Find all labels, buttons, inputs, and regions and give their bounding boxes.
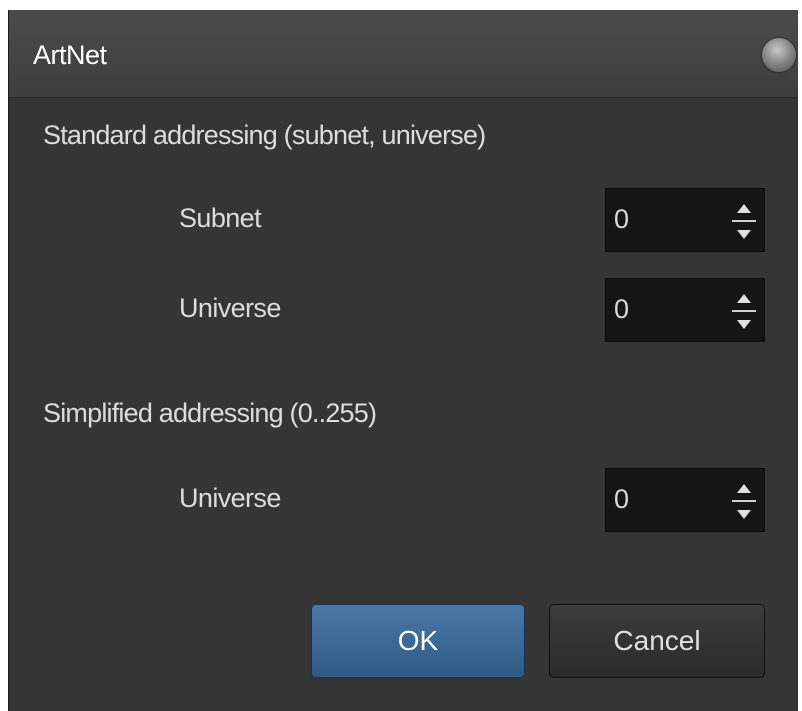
spin-down-icon [737,509,751,519]
title-bar[interactable]: ArtNet [9,10,798,98]
subnet-spin-up-button[interactable] [730,197,758,219]
simplified-universe-spin-up-button[interactable] [730,477,758,499]
standard-universe-input[interactable] [614,289,704,329]
cancel-button[interactable]: Cancel [549,604,765,678]
subnet-spin-down-button[interactable] [730,223,758,245]
standard-universe-label: Universe [179,293,281,323]
artnet-dialog: ArtNet Standard addressing (subnet, univ… [8,10,798,711]
simplified-universe-input[interactable] [614,479,704,519]
simplified-universe-spin-down-button[interactable] [730,503,758,525]
subnet-input[interactable] [614,199,704,239]
simplified-universe-label: Universe [179,483,281,513]
dialog-title: ArtNet [33,40,107,70]
spin-up-icon [737,483,751,493]
subnet-spinbox [605,188,765,252]
spin-separator [732,500,756,502]
spin-separator [732,220,756,222]
subnet-label: Subnet [179,203,262,233]
close-icon[interactable] [762,38,796,72]
simplified-addressing-heading: Simplified addressing (0..255) [43,398,377,428]
standard-universe-spin-down-button[interactable] [730,313,758,335]
standard-addressing-heading: Standard addressing (subnet, universe) [43,120,486,150]
spin-separator [732,310,756,312]
spin-down-icon [737,229,751,239]
simplified-universe-spinbox [605,468,765,532]
ok-button[interactable]: OK [311,604,525,678]
standard-universe-spinbox [605,278,765,342]
spin-down-icon [737,319,751,329]
standard-universe-spin-up-button[interactable] [730,287,758,309]
spin-up-icon [737,293,751,303]
spin-up-icon [737,203,751,213]
